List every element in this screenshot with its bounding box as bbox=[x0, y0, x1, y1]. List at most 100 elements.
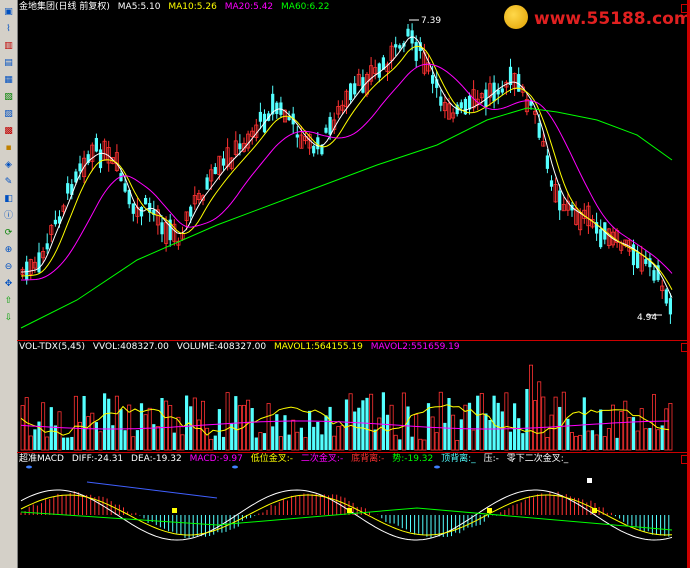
volume-bar bbox=[135, 430, 139, 450]
volume-bar bbox=[611, 404, 616, 451]
ma10-label: MA10:5.26 bbox=[168, 2, 217, 12]
macd-legend: 超准MACD DIFF:-24.31 DEA:-19.32 MACD:-9.97… bbox=[19, 454, 573, 465]
volume-bar bbox=[525, 388, 529, 450]
candle-body bbox=[258, 111, 262, 122]
volume-bar bbox=[262, 433, 267, 450]
chart-icon[interactable]: ▣ bbox=[2, 6, 15, 19]
info-icon[interactable]: ⓘ bbox=[2, 210, 15, 223]
candle-body bbox=[439, 96, 443, 106]
signal-1: 低位金叉:- bbox=[250, 454, 294, 464]
volume-bar bbox=[373, 429, 377, 450]
volume-bar bbox=[37, 421, 41, 450]
volume-bar bbox=[328, 406, 332, 450]
candle-body bbox=[123, 183, 127, 192]
candle-body bbox=[221, 158, 226, 166]
zoom-icon[interactable]: ✥ bbox=[2, 278, 15, 291]
plus-icon[interactable]: ⊕ bbox=[2, 244, 15, 257]
calendar-icon[interactable]: ▩ bbox=[2, 125, 15, 138]
volume-bar bbox=[656, 429, 661, 451]
arrow-down-icon[interactable]: ⇩ bbox=[2, 312, 15, 325]
candle-body bbox=[275, 102, 279, 115]
macd-blue-line bbox=[86, 481, 218, 499]
volume-bar bbox=[361, 400, 365, 450]
volume-bar bbox=[521, 433, 525, 450]
arrow-up-icon[interactable]: ⇧ bbox=[2, 295, 15, 308]
volume-bar bbox=[164, 400, 169, 451]
volume-bar bbox=[143, 414, 148, 451]
volume-bar bbox=[443, 422, 447, 450]
volume-bar bbox=[20, 405, 25, 451]
volume-bar bbox=[308, 410, 312, 450]
candle-body bbox=[37, 252, 41, 273]
volume-bar bbox=[287, 434, 291, 450]
volume-bar bbox=[549, 414, 554, 451]
volume-bar bbox=[196, 419, 201, 451]
volume-bar bbox=[602, 436, 607, 451]
edge-marker-mid bbox=[681, 343, 690, 352]
volume-bar bbox=[381, 392, 385, 450]
watermark-logo: www.55188.com bbox=[504, 5, 690, 31]
volume-bar bbox=[652, 394, 657, 451]
volume-bar bbox=[33, 429, 37, 450]
volume-bar bbox=[455, 439, 460, 451]
volume-bar bbox=[24, 397, 29, 451]
candle-body bbox=[70, 184, 74, 195]
group-icon[interactable]: ◈ bbox=[2, 159, 15, 172]
ma5-label: MA5:5.10 bbox=[117, 2, 161, 12]
candle-body bbox=[394, 44, 398, 48]
volume-bar bbox=[401, 392, 406, 451]
candle-icon[interactable]: ▤ bbox=[2, 57, 15, 70]
mavol2-label: MAVOL2:551659.19 bbox=[370, 342, 460, 352]
volume-bar bbox=[393, 434, 398, 451]
panel-separator-2 bbox=[17, 452, 690, 453]
volume-legend: VOL-TDX(5,45) VVOL:408327.00 VOLUME:4083… bbox=[19, 342, 465, 353]
image-icon[interactable]: ▪ bbox=[2, 142, 15, 155]
volume-bar bbox=[406, 406, 410, 450]
bar-chart-icon[interactable]: ▥ bbox=[2, 40, 15, 53]
grid-icon[interactable]: ▧ bbox=[2, 91, 15, 104]
volume-bar bbox=[189, 406, 193, 450]
volume-bar bbox=[324, 415, 328, 450]
macd-label: MACD:-9.97 bbox=[189, 454, 243, 464]
line-chart-icon[interactable]: ⌇ bbox=[2, 23, 15, 36]
panel-separator-1 bbox=[17, 340, 690, 341]
volume-bar bbox=[459, 419, 463, 450]
signal-3: 底背离:- bbox=[351, 454, 385, 464]
tools-icon[interactable]: ✎ bbox=[2, 176, 15, 189]
candle-body bbox=[599, 229, 603, 248]
refresh-icon[interactable]: ⟳ bbox=[2, 227, 15, 240]
volume-bar bbox=[57, 411, 62, 451]
volume-bar bbox=[225, 392, 230, 451]
volume-bar bbox=[537, 381, 542, 451]
volume-bar bbox=[205, 427, 210, 451]
main-legend: 金地集团(日线 前复权) MA5:5.10 MA10:5.26 MA20:5.4… bbox=[19, 2, 334, 13]
volume-label: VOLUME:408327.00 bbox=[176, 342, 267, 352]
volume-bar bbox=[336, 426, 341, 451]
candle-body bbox=[94, 137, 98, 152]
candle-body bbox=[295, 134, 299, 138]
report-icon[interactable]: ▨ bbox=[2, 108, 15, 121]
signal-square bbox=[592, 508, 597, 513]
candle-body bbox=[213, 167, 217, 175]
candle-body bbox=[139, 206, 144, 217]
volume-bar bbox=[180, 434, 185, 451]
volume-bar bbox=[615, 437, 619, 450]
minus-icon[interactable]: ⊖ bbox=[2, 261, 15, 274]
volume-bar bbox=[513, 403, 517, 450]
volume-bar bbox=[295, 431, 300, 451]
signal-dot bbox=[434, 465, 440, 469]
volume-bar bbox=[160, 398, 164, 450]
volume-bar bbox=[353, 411, 357, 450]
candle-body bbox=[636, 252, 640, 269]
signal-dot bbox=[26, 465, 32, 469]
volume-bar bbox=[221, 436, 226, 450]
chart-canvas[interactable] bbox=[17, 0, 690, 568]
chart-area[interactable]: 金地集团(日线 前复权) MA5:5.10 MA10:5.26 MA20:5.4… bbox=[17, 0, 690, 568]
volume-bar bbox=[430, 416, 435, 451]
layout-icon[interactable]: ◧ bbox=[2, 193, 15, 206]
candle-body bbox=[144, 197, 148, 205]
volume-bar bbox=[340, 425, 345, 451]
table-icon[interactable]: ▦ bbox=[2, 74, 15, 87]
candle-body bbox=[66, 183, 70, 194]
volume-bar bbox=[599, 409, 603, 450]
